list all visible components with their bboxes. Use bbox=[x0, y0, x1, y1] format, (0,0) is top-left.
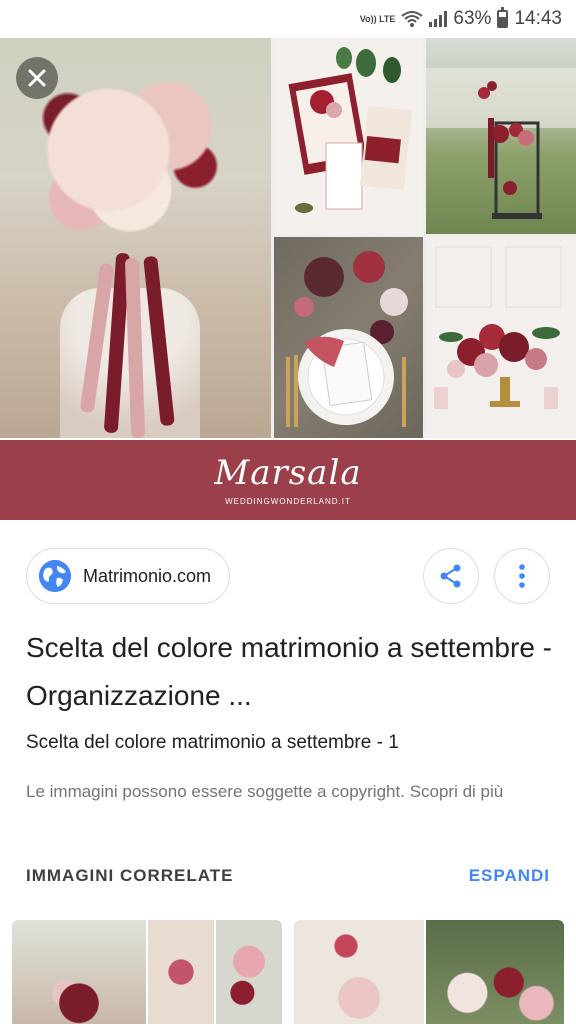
hero-image[interactable] bbox=[0, 38, 576, 438]
source-chip[interactable]: Matrimonio.com bbox=[26, 548, 231, 604]
learn-more-link[interactable]: Scopri di più bbox=[410, 782, 504, 801]
wifi-icon bbox=[401, 10, 424, 28]
related-image-thumbnail[interactable] bbox=[294, 920, 564, 1024]
more-options-button[interactable] bbox=[494, 548, 550, 604]
network-indicator: Vo)) LTE bbox=[359, 13, 396, 24]
clock: 14:43 bbox=[514, 8, 562, 29]
copyright-text: Le immagini possono essere soggette a co… bbox=[26, 782, 405, 801]
related-images-label: IMMAGINI CORRELATE bbox=[26, 866, 234, 885]
battery-percent: 63% bbox=[453, 8, 492, 29]
more-vert-icon bbox=[519, 564, 525, 588]
copyright-notice: Le immagini possono essere soggette a co… bbox=[26, 776, 556, 807]
close-button[interactable] bbox=[16, 57, 58, 99]
close-icon bbox=[28, 69, 46, 87]
banner-subtitle: WEDDINGWONDERLAND.IT bbox=[225, 496, 351, 506]
status-bar: Vo)) LTE 63% 14:43 bbox=[0, 0, 576, 38]
table-setting-photo bbox=[274, 237, 423, 438]
share-button[interactable] bbox=[423, 548, 479, 604]
result-title[interactable]: Scelta del colore matrimonio a settembre… bbox=[26, 624, 556, 720]
marsala-banner: Marsala WEDDINGWONDERLAND.IT bbox=[0, 440, 576, 520]
lantern-photo bbox=[426, 38, 576, 234]
share-icon bbox=[440, 564, 461, 588]
invitation-photo bbox=[274, 38, 423, 234]
signal-icon bbox=[429, 11, 448, 27]
related-image-thumbnail[interactable] bbox=[12, 920, 282, 1024]
battery-icon bbox=[497, 7, 509, 28]
result-subtitle: Scelta del colore matrimonio a settembre… bbox=[26, 732, 399, 753]
centerpiece-photo bbox=[426, 237, 576, 438]
banner-title: Marsala bbox=[214, 452, 362, 493]
expand-link[interactable]: ESPANDI bbox=[469, 866, 550, 886]
globe-icon bbox=[39, 560, 71, 592]
source-name: Matrimonio.com bbox=[83, 565, 212, 586]
